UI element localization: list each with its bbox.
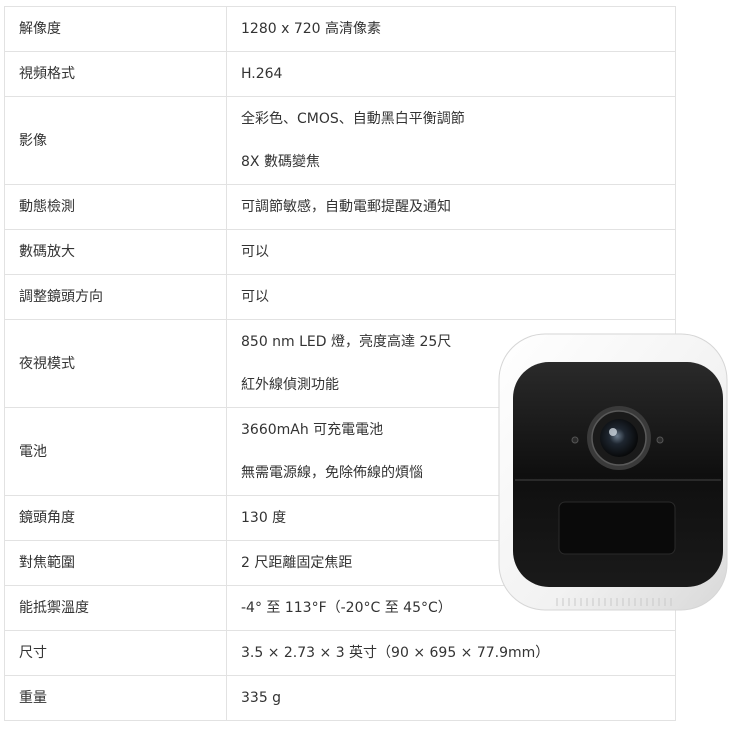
spec-row-image: 影像 全彩色、CMOS、自動黑白平衡調節 8X 數碼變焦 <box>4 96 676 185</box>
spec-row-weight: 重量 335 g <box>4 675 676 721</box>
spec-value-line: 全彩色、CMOS、自動黑白平衡調節 <box>241 111 465 127</box>
spec-label: 影像 <box>4 96 227 185</box>
spec-value-line: 可以 <box>241 289 269 305</box>
camera-led-left <box>571 436 579 444</box>
spec-label: 夜視模式 <box>4 319 227 408</box>
spec-value: 全彩色、CMOS、自動黑白平衡調節 8X 數碼變焦 <box>226 96 676 185</box>
spec-row-lens-adjust: 調整鏡頭方向 可以 <box>4 274 676 320</box>
spec-value: 1280 x 720 高清像素 <box>226 6 676 52</box>
camera-product-image <box>497 332 729 612</box>
spec-label: 對焦範圍 <box>4 540 227 586</box>
spec-row-motion-detection: 動態檢測 可調節敏感，自動電郵提醒及通知 <box>4 184 676 230</box>
spec-label: 電池 <box>4 407 227 496</box>
spec-label: 尺寸 <box>4 630 227 676</box>
spec-value-line: 可以 <box>241 244 269 260</box>
camera-led-right <box>656 436 664 444</box>
spec-row-dimensions: 尺寸 3.5 × 2.73 × 3 英寸（90 × 695 × 77.9mm） <box>4 630 676 676</box>
spec-label: 調整鏡頭方向 <box>4 274 227 320</box>
spec-value-line: H.264 <box>241 66 283 82</box>
spec-value-line: 335 g <box>241 690 282 706</box>
spec-row-resolution: 解像度 1280 x 720 高清像素 <box>4 6 676 52</box>
spec-row-digital-zoom: 數碼放大 可以 <box>4 229 676 275</box>
camera-lens <box>600 419 638 457</box>
spec-value: 可以 <box>226 274 676 320</box>
spec-label: 解像度 <box>4 6 227 52</box>
spec-value: 可調節敏感，自動電郵提醒及通知 <box>226 184 676 230</box>
camera-sensor-window <box>558 501 676 555</box>
spec-label: 視頻格式 <box>4 51 227 97</box>
spec-value: 3.5 × 2.73 × 3 英寸（90 × 695 × 77.9mm） <box>226 630 676 676</box>
spec-value: 可以 <box>226 229 676 275</box>
spec-label: 數碼放大 <box>4 229 227 275</box>
spec-value-line: 1280 x 720 高清像素 <box>241 21 381 37</box>
spec-value-line: 8X 數碼變焦 <box>241 154 320 170</box>
spec-value-line: 可調節敏感，自動電郵提醒及通知 <box>241 199 451 215</box>
spec-value-line: 3.5 × 2.73 × 3 英寸（90 × 695 × 77.9mm） <box>241 645 550 661</box>
camera-illustration <box>498 333 728 611</box>
spec-value: H.264 <box>226 51 676 97</box>
spec-label: 動態檢測 <box>4 184 227 230</box>
spec-label: 能抵禦溫度 <box>4 585 227 631</box>
spec-value: 335 g <box>226 675 676 721</box>
spec-label: 重量 <box>4 675 227 721</box>
spec-row-video-format: 視頻格式 H.264 <box>4 51 676 97</box>
spec-label: 鏡頭角度 <box>4 495 227 541</box>
